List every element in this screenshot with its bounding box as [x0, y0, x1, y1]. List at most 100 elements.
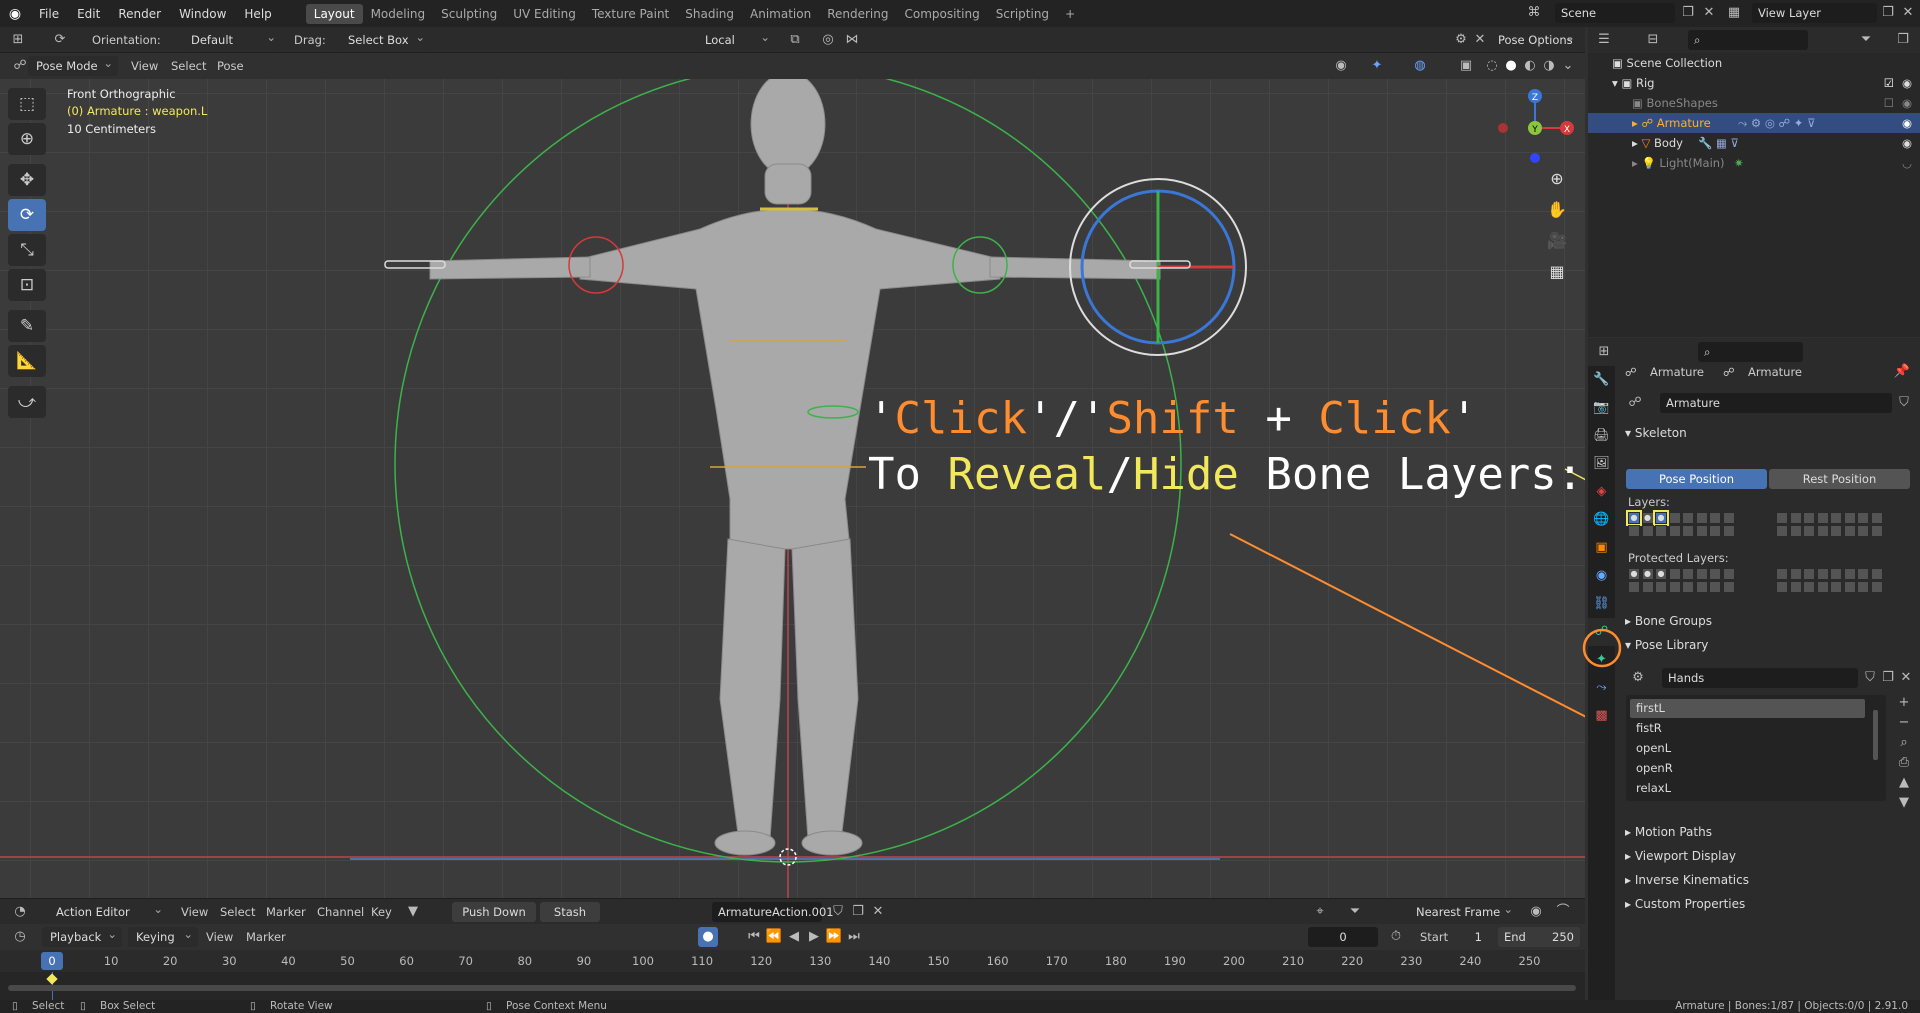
view-layer-tab-icon[interactable]: 🖼: [1588, 450, 1615, 478]
pose-library-panel[interactable]: ▾ Pose Library: [1625, 638, 1708, 652]
pose-item-firstL[interactable]: firstL: [1630, 699, 1865, 718]
bone-layer-toggle[interactable]: [1870, 568, 1883, 580]
menu-render[interactable]: Render: [109, 7, 170, 21]
keying-menu[interactable]: Keying: [128, 924, 198, 947]
unlink-action-icon[interactable]: ✕: [868, 902, 888, 922]
pose-list-scrollbar[interactable]: [1873, 710, 1878, 760]
dope-menu-select[interactable]: Select: [220, 902, 255, 922]
bone-layer-toggle[interactable]: [1709, 568, 1721, 580]
wireframe-shading-icon[interactable]: ◌: [1482, 56, 1502, 76]
editor-type-icon[interactable]: ⊞: [8, 30, 28, 50]
select-box-tool-icon[interactable]: ⬚: [8, 88, 46, 120]
light-data-icon[interactable]: ✷: [1734, 153, 1744, 173]
xray-icon[interactable]: ▣: [1456, 56, 1476, 76]
bone-layer-toggle[interactable]: [1803, 581, 1815, 593]
camera-icon[interactable]: 🎥: [1542, 226, 1572, 256]
armature-data-icons[interactable]: ⤳ ⚙ ◎ ☍ ✦ ⊽: [1738, 113, 1816, 133]
menu-window[interactable]: Window: [170, 7, 235, 21]
bone-layer-toggle[interactable]: [1682, 568, 1694, 580]
orientation-dropdown[interactable]: Default: [183, 27, 281, 50]
tree-boneshapes[interactable]: ▣ BoneShapes ☐ ◉: [1588, 93, 1920, 113]
menu-pose[interactable]: Pose: [217, 56, 244, 76]
tree-body[interactable]: ▸ ▽ Body 🔧 ▦ ⊽ ◉: [1588, 133, 1920, 153]
new-collection-icon[interactable]: ❐: [1893, 30, 1913, 50]
bone-layer-toggle[interactable]: [1776, 581, 1788, 593]
bone-layer-toggle[interactable]: ●: [1655, 568, 1667, 580]
bone-layer-toggle[interactable]: [1682, 581, 1694, 593]
snap-mode-dropdown[interactable]: Nearest Frame: [1408, 899, 1518, 922]
bone-layer-toggle[interactable]: [1722, 568, 1735, 580]
bone-layer-toggle[interactable]: [1709, 581, 1721, 593]
properties-editor-icon[interactable]: ⊞: [1594, 342, 1614, 362]
fake-user-icon[interactable]: ⛉: [828, 902, 848, 922]
pose-item-fistR[interactable]: fistR: [1630, 719, 1865, 738]
transform-tool-icon[interactable]: ⊡: [8, 269, 46, 301]
library-unlink-icon[interactable]: ✕: [1896, 668, 1916, 688]
jump-end-icon[interactable]: ⏭: [844, 927, 864, 947]
pivot-dropdown[interactable]: Local: [697, 27, 775, 50]
bone-layer-toggle[interactable]: [1695, 581, 1708, 593]
bone-layer-toggle[interactable]: [1641, 581, 1654, 593]
jump-prev-key-icon[interactable]: ⏪: [764, 927, 784, 947]
action-name-field[interactable]: ArmatureAction.001: [712, 902, 834, 922]
bone-layer-toggle[interactable]: [1628, 525, 1640, 537]
bone-layer-toggle[interactable]: [1695, 568, 1708, 580]
current-frame-field[interactable]: 0: [1308, 927, 1378, 947]
close-pose-icon[interactable]: ✕: [1470, 30, 1490, 50]
bone-layer-toggle[interactable]: ●: [1626, 510, 1642, 526]
dope-menu-view[interactable]: View: [181, 902, 208, 922]
tab-sculpting[interactable]: Sculpting: [433, 4, 505, 24]
pose-position-button[interactable]: Pose Position: [1626, 469, 1767, 489]
bone-layer-toggle[interactable]: [1816, 581, 1829, 593]
tab-layout[interactable]: Layout: [305, 3, 363, 24]
bone-layer-toggle[interactable]: ●: [1641, 568, 1654, 580]
inverse-kinematics-panel[interactable]: ▸ Inverse Kinematics: [1625, 873, 1749, 887]
eye-icon[interactable]: ◉: [1902, 113, 1912, 133]
timeline-editor-icon[interactable]: ◷: [10, 927, 30, 947]
action-editor-dropdown[interactable]: Action Editor: [48, 899, 168, 922]
shading-options-icon[interactable]: ⌄: [1558, 56, 1578, 76]
tab-scripting[interactable]: Scripting: [988, 4, 1057, 24]
bone-layer-toggle[interactable]: [1843, 525, 1856, 537]
bone-layer-toggle[interactable]: [1803, 512, 1815, 524]
move-tool-icon[interactable]: ✥: [8, 164, 46, 196]
checkbox-icon[interactable]: ☐: [1884, 93, 1894, 113]
gizmo-options-icon[interactable]: ⚙: [1451, 30, 1471, 50]
checkbox-icon[interactable]: ☑: [1884, 73, 1894, 93]
outliner-filter-icon[interactable]: ⏷: [1856, 30, 1876, 50]
object-tab-icon[interactable]: ▣: [1588, 534, 1615, 562]
tree-rig[interactable]: ▾ ▣ Rig ☑ ◉: [1588, 73, 1920, 93]
eye-icon[interactable]: ◉: [1902, 93, 1912, 113]
scene-tab-icon[interactable]: ◈: [1588, 478, 1615, 506]
skeleton-panel[interactable]: ▾ Skeleton: [1625, 426, 1687, 440]
custom-properties-panel[interactable]: ▸ Custom Properties: [1625, 897, 1745, 911]
annotate-tool-icon[interactable]: ✎: [8, 310, 46, 342]
key-filter-icon[interactable]: ▼: [403, 902, 423, 922]
dope-menu-channel[interactable]: Channel: [317, 902, 364, 922]
curve-falloff-icon[interactable]: ⌒: [1553, 902, 1573, 922]
cursor-tool-icon[interactable]: ⊕: [8, 123, 46, 155]
bone-layer-toggle[interactable]: [1668, 568, 1681, 580]
material-shading-icon[interactable]: ◐: [1520, 56, 1540, 76]
playhead[interactable]: 0: [41, 952, 63, 970]
menu-file[interactable]: File: [30, 7, 68, 21]
bone-layer-toggle[interactable]: [1655, 581, 1667, 593]
rotate-tool-icon[interactable]: ⟳: [8, 199, 46, 231]
bone-layer-toggle[interactable]: [1816, 512, 1829, 524]
tab-compositing[interactable]: Compositing: [896, 4, 987, 24]
clock-icon[interactable]: ⏱: [1386, 927, 1406, 947]
output-tab-icon[interactable]: 🖨: [1588, 422, 1615, 450]
scene-selector[interactable]: Scene: [1555, 3, 1675, 23]
render-tab-icon[interactable]: 📷: [1588, 394, 1615, 422]
bone-layer-toggle[interactable]: [1776, 525, 1788, 537]
bone-layer-toggle[interactable]: [1830, 581, 1842, 593]
close-view-layer-icon[interactable]: ✕: [1898, 3, 1918, 23]
rest-position-button[interactable]: Rest Position: [1769, 469, 1910, 489]
snap-icon[interactable]: ⧉: [785, 30, 805, 50]
solid-shading-icon[interactable]: ●: [1501, 56, 1521, 76]
viewport-display-panel[interactable]: ▸ Viewport Display: [1625, 849, 1736, 863]
bone-layer-toggle[interactable]: [1709, 512, 1721, 524]
bone-layer-toggle[interactable]: [1668, 525, 1681, 537]
scale-tool-icon[interactable]: ⤡: [8, 234, 46, 266]
tree-light[interactable]: ▸ 💡 Light(Main) ✷ ◡: [1588, 153, 1920, 173]
